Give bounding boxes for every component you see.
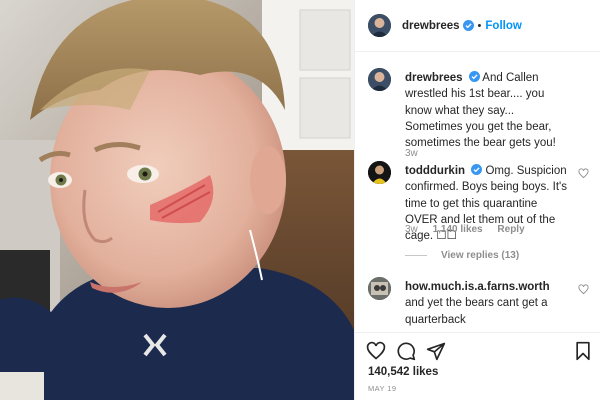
view-replies-button[interactable]: View replies (13) bbox=[405, 250, 519, 261]
separator-dot: • bbox=[477, 19, 482, 32]
heart-icon[interactable] bbox=[578, 168, 589, 179]
comment-text: and yet the bears cant get a quarterback bbox=[405, 297, 548, 326]
avatar-image-icon bbox=[368, 277, 391, 300]
caption-age[interactable]: 3w bbox=[405, 148, 418, 159]
caption-body: drewbrees And Callen wrestled his 1st be… bbox=[405, 70, 571, 151]
comment-username[interactable]: todddurkin bbox=[405, 165, 465, 177]
bookmark-icon[interactable] bbox=[573, 341, 593, 361]
caption-avatar[interactable] bbox=[368, 68, 391, 91]
avatar-image-icon bbox=[368, 68, 391, 91]
post-photo[interactable] bbox=[0, 0, 354, 400]
comment-meta: 3w 1,140 likes Reply bbox=[405, 224, 537, 235]
comment-likes[interactable]: 1,140 likes bbox=[433, 224, 483, 235]
verified-badge-icon bbox=[468, 71, 480, 82]
likes-count[interactable]: 140,542 likes bbox=[368, 366, 438, 378]
post-actions-bar: 140,542 likes MAY 19 bbox=[355, 332, 600, 400]
post-details-panel: drewbrees • Follow drewbrees And Callen … bbox=[354, 0, 600, 400]
heart-icon[interactable] bbox=[366, 341, 386, 361]
comment-icon[interactable] bbox=[396, 341, 416, 361]
caption-username[interactable]: drewbrees bbox=[405, 72, 463, 84]
commenter-avatar[interactable] bbox=[368, 161, 391, 184]
post-date[interactable]: MAY 19 bbox=[368, 384, 396, 393]
follow-button[interactable]: Follow bbox=[485, 20, 521, 32]
verified-badge-icon bbox=[471, 164, 483, 175]
caption-meta: 3w bbox=[405, 148, 430, 159]
comment-age[interactable]: 3w bbox=[405, 224, 418, 235]
comment-username[interactable]: how.much.is.a.farns.worth bbox=[405, 281, 550, 293]
reply-button[interactable]: Reply bbox=[497, 224, 524, 235]
comments-section[interactable]: drewbrees And Callen wrestled his 1st be… bbox=[355, 52, 600, 332]
author-username[interactable]: drewbrees bbox=[402, 20, 460, 32]
avatar-image-icon bbox=[368, 161, 391, 184]
avatar-image-icon bbox=[368, 14, 391, 37]
replies-divider-line bbox=[405, 255, 427, 256]
commenter-avatar[interactable] bbox=[368, 277, 391, 300]
verified-badge-icon bbox=[462, 20, 474, 31]
share-icon[interactable] bbox=[426, 341, 446, 361]
heart-icon[interactable] bbox=[578, 284, 589, 295]
boy-with-scratched-cheek-photo bbox=[0, 0, 354, 400]
post-header: drewbrees • Follow bbox=[355, 0, 600, 52]
author-avatar[interactable] bbox=[368, 14, 391, 37]
comment-body: how.much.is.a.farns.worth and yet the be… bbox=[405, 279, 571, 328]
view-replies-label: View replies (13) bbox=[441, 250, 520, 261]
